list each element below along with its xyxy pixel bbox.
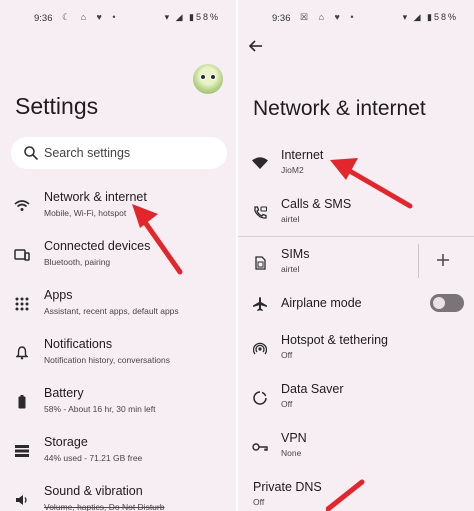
- toggle-knob: [433, 297, 445, 309]
- item-subtitle: None: [281, 448, 302, 458]
- item-title: Internet: [281, 148, 324, 162]
- search-icon: [23, 145, 39, 161]
- avatar[interactable]: [193, 64, 223, 94]
- settings-item-sound[interactable]: Sound & vibration Volume, haptics, Do No…: [0, 484, 236, 511]
- volume-icon: [12, 490, 32, 510]
- page-title: Settings: [15, 93, 99, 119]
- item-title: SIMs: [281, 247, 310, 261]
- airplane-mode-toggle[interactable]: [430, 294, 464, 312]
- status-bar: 9:36 ☾ ⌂ ♥ • ▾ ◢ ▮58%: [0, 10, 236, 26]
- item-title: Network & internet: [44, 190, 147, 204]
- settings-item-apps[interactable]: Apps Assistant, recent apps, default app…: [0, 288, 236, 332]
- settings-screen: 9:36 ☾ ⌂ ♥ • ▾ ◢ ▮58% Settings Search se…: [0, 0, 236, 511]
- item-title: Private DNS: [253, 480, 322, 494]
- back-arrow-icon[interactable]: [248, 38, 264, 54]
- airplane-icon: [250, 294, 270, 314]
- settings-item-connected-devices[interactable]: Connected devices Bluetooth, pairing: [0, 239, 236, 283]
- item-subtitle: Off: [281, 350, 293, 360]
- item-title: Hotspot & tethering: [281, 333, 389, 347]
- item-title: Apps: [44, 288, 73, 302]
- wifi-icon: [12, 196, 32, 216]
- item-title: VPN: [281, 431, 307, 445]
- status-right: ▾ ◢ ▮58%: [402, 12, 458, 22]
- apps-grid-icon: [12, 294, 32, 314]
- hotspot-icon: [250, 339, 270, 359]
- calls-sms-icon: [250, 203, 270, 223]
- page-title: Network & internet: [253, 97, 426, 120]
- network-item-vpn[interactable]: VPN None: [238, 431, 474, 475]
- item-subtitle: Notification history, conversations: [44, 355, 170, 365]
- search-bar[interactable]: Search settings: [11, 137, 227, 169]
- wifi-icon: [250, 153, 270, 173]
- battery-percent: 58%: [433, 12, 458, 22]
- status-time: 9:36: [272, 13, 291, 24]
- item-subtitle: 44% used - 71.21 GB free: [44, 453, 143, 463]
- item-title: Airplane mode: [281, 296, 362, 310]
- sim-icon: [250, 253, 270, 273]
- item-subtitle: Off: [253, 497, 265, 507]
- item-title: Storage: [44, 435, 88, 449]
- settings-item-storage[interactable]: Storage 44% used - 71.21 GB free: [0, 435, 236, 479]
- settings-item-notifications[interactable]: Notifications Notification history, conv…: [0, 337, 236, 381]
- item-title: Notifications: [44, 337, 113, 351]
- battery-icon: [12, 392, 32, 412]
- network-item-calls-sms[interactable]: Calls & SMS airtel: [238, 197, 474, 241]
- sims-separator: [418, 244, 419, 278]
- item-title: Calls & SMS: [281, 197, 352, 211]
- battery-percent: 58%: [195, 12, 220, 22]
- item-title: Sound & vibration: [44, 484, 143, 498]
- add-sim-icon[interactable]: [432, 249, 454, 271]
- item-subtitle: Off: [281, 399, 293, 409]
- status-bar: 9:36 ☒ ⌂ ♥ • ▾ ◢ ▮58%: [238, 10, 474, 26]
- section-divider: [238, 236, 474, 237]
- notification-icons: ☒ ⌂ ♥ •: [300, 12, 358, 22]
- status-time: 9:36: [34, 13, 53, 24]
- vpn-key-icon: [250, 437, 270, 457]
- settings-item-battery[interactable]: Battery 58% - About 16 hr, 30 min left: [0, 386, 236, 430]
- item-title: Connected devices: [44, 239, 151, 253]
- item-subtitle: 58% - About 16 hr, 30 min left: [44, 404, 156, 414]
- storage-icon: [12, 441, 32, 461]
- item-subtitle: JioM2: [281, 165, 304, 175]
- search-placeholder: Search settings: [44, 146, 131, 160]
- bell-icon: [12, 343, 32, 363]
- item-subtitle: Bluetooth, pairing: [44, 257, 111, 267]
- item-subtitle: Mobile, Wi-Fi, hotspot: [44, 208, 127, 218]
- devices-icon: [12, 245, 32, 265]
- item-subtitle: Assistant, recent apps, default apps: [44, 306, 179, 316]
- item-subtitle: airtel: [281, 264, 300, 274]
- settings-item-network[interactable]: Network & internet Mobile, Wi-Fi, hotspo…: [0, 190, 236, 234]
- network-item-private-dns[interactable]: Private DNS Off: [238, 480, 474, 511]
- notification-icons: ☾ ⌂ ♥ •: [62, 12, 120, 22]
- network-internet-screen: 9:36 ☒ ⌂ ♥ • ▾ ◢ ▮58% Network & internet…: [238, 0, 474, 511]
- status-right: ▾ ◢ ▮58%: [164, 12, 220, 22]
- network-item-internet[interactable]: Internet JioM2: [238, 148, 474, 192]
- item-title: Battery: [44, 386, 84, 400]
- network-item-hotspot[interactable]: Hotspot & tethering Off: [238, 333, 474, 377]
- item-title: Data Saver: [281, 382, 344, 396]
- item-subtitle: Volume, haptics, Do Not Disturb: [44, 502, 165, 511]
- item-subtitle: airtel: [281, 214, 300, 224]
- data-saver-icon: [250, 388, 270, 408]
- network-item-data-saver[interactable]: Data Saver Off: [238, 382, 474, 426]
